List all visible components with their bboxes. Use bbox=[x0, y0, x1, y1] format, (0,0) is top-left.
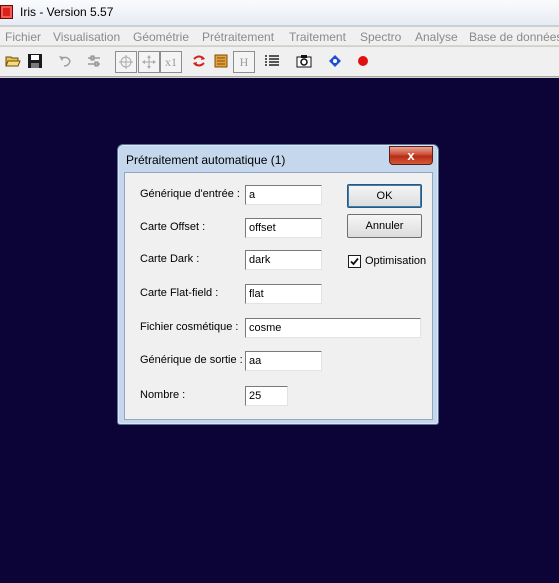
red-arrows-icon[interactable] bbox=[189, 51, 211, 73]
move-icon[interactable] bbox=[138, 51, 160, 73]
dark-label: Carte Dark : bbox=[140, 253, 200, 265]
offset-field[interactable]: offset bbox=[245, 218, 322, 238]
close-icon[interactable]: x bbox=[389, 146, 433, 165]
iris-app-icon bbox=[0, 5, 13, 19]
open-folder-icon[interactable] bbox=[3, 51, 25, 73]
cancel-button[interactable]: Annuler bbox=[347, 214, 422, 238]
optimisation-label: Optimisation bbox=[365, 255, 427, 267]
check-icon bbox=[350, 257, 359, 266]
menu-pretraitement[interactable]: Prétraitement bbox=[202, 30, 274, 44]
zoom-x1-icon[interactable]: x1 bbox=[160, 51, 182, 73]
menu-base-de-donnees[interactable]: Base de données bbox=[469, 30, 559, 44]
optimisation-checkbox[interactable] bbox=[348, 255, 361, 268]
undo-icon[interactable] bbox=[55, 51, 77, 73]
dialog-title: Prétraitement automatique (1) bbox=[126, 153, 286, 167]
dark-field[interactable]: dark bbox=[245, 250, 322, 270]
generic-input-label: Générique d'entrée : bbox=[140, 188, 240, 200]
flat-label: Carte Flat-field : bbox=[140, 287, 219, 299]
dialog-body: Générique d'entrée : a Carte Offset : of… bbox=[124, 172, 433, 420]
number-field[interactable]: 25 bbox=[245, 386, 288, 406]
crosshair-icon[interactable] bbox=[115, 51, 137, 73]
menu-visualisation[interactable]: Visualisation bbox=[53, 30, 120, 44]
generic-output-field[interactable]: aa bbox=[245, 351, 322, 371]
offset-label: Carte Offset : bbox=[140, 221, 206, 233]
save-icon[interactable] bbox=[25, 51, 47, 73]
flat-field[interactable]: flat bbox=[245, 284, 322, 304]
cosmetic-field[interactable]: cosme bbox=[245, 318, 421, 338]
adjust-sliders-icon[interactable] bbox=[84, 51, 106, 73]
number-label: Nombre : bbox=[140, 389, 186, 401]
close-label: x bbox=[407, 148, 415, 163]
window-title: Iris - Version 5.57 bbox=[20, 5, 114, 19]
menu-traitement[interactable]: Traitement bbox=[289, 30, 346, 44]
menu-geometrie[interactable]: Géométrie bbox=[133, 30, 189, 44]
generic-output-label: Générique de sortie : bbox=[140, 354, 243, 366]
record-icon[interactable] bbox=[353, 51, 375, 73]
menu-fichier[interactable]: Fichier bbox=[5, 30, 41, 44]
histogram-label: H bbox=[239, 55, 249, 69]
menu-analyse[interactable]: Analyse bbox=[415, 30, 458, 44]
document-icon[interactable] bbox=[211, 51, 233, 73]
blue-dots-icon[interactable] bbox=[325, 51, 347, 73]
menu-spectro[interactable]: Spectro bbox=[360, 30, 401, 44]
pretraitement-dialog: Prétraitement automatique (1) x Génériqu… bbox=[117, 144, 439, 425]
title-bar: Iris - Version 5.57 bbox=[0, 0, 559, 26]
list-icon[interactable] bbox=[262, 51, 284, 73]
cosmetic-label: Fichier cosmétique : bbox=[140, 321, 239, 333]
zoom-x1-label: x1 bbox=[165, 55, 177, 69]
ok-button[interactable]: OK bbox=[347, 184, 422, 208]
camera-icon[interactable] bbox=[294, 51, 316, 73]
toolbar: x1 H bbox=[0, 47, 559, 77]
histogram-icon[interactable]: H bbox=[233, 51, 255, 73]
generic-input-field[interactable]: a bbox=[245, 185, 322, 205]
menu-bar: Fichier Visualisation Géométrie Prétrait… bbox=[0, 27, 559, 46]
